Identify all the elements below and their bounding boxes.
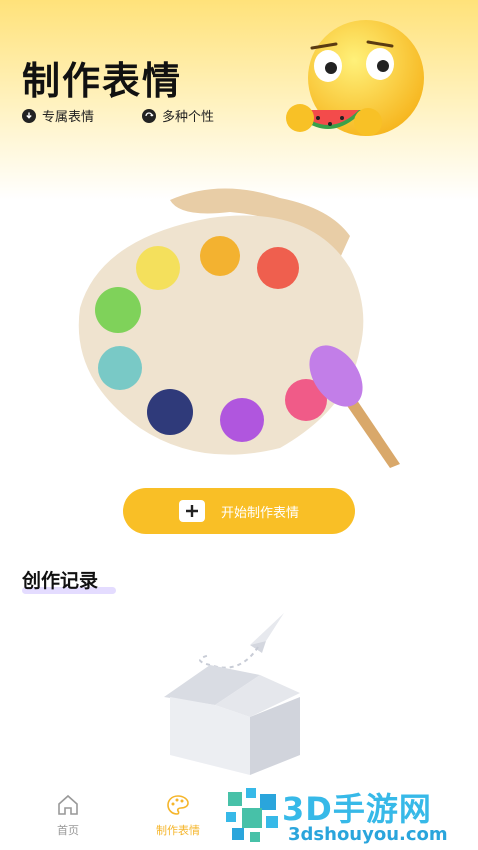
tab-make-emoji-label: 制作表情 [156, 824, 200, 837]
watermark-subtitle: 3dshouyou.com [288, 824, 448, 845]
empty-box-icon [164, 613, 300, 775]
palette-icon [167, 795, 189, 815]
feature-label: 专属表情 [42, 110, 95, 125]
tab-make-emoji[interactable]: 制作表情 [156, 794, 200, 838]
watermark-logo-icon [226, 788, 278, 842]
feature-variety: 多种个性 [142, 106, 214, 125]
palette-illustration [78, 188, 400, 468]
tab-home[interactable]: 首页 [56, 794, 80, 838]
feature-label: 多种个性 [162, 110, 215, 125]
emoji-mascot-illustration [286, 20, 424, 136]
tab-home-label: 首页 [57, 824, 79, 837]
plus-icon [178, 500, 205, 522]
records-title: 创作记录 [22, 570, 99, 592]
refresh-icon [142, 108, 156, 123]
cloud-download-icon [22, 108, 36, 123]
page-title: 制作表情 [22, 59, 183, 103]
start-making-button[interactable]: 开始制作表情 [123, 488, 355, 534]
feature-exclusive: 专属表情 [22, 106, 94, 125]
start-making-label: 开始制作表情 [220, 505, 299, 521]
watermark: 3D手游网 3dshouyou.com [222, 780, 478, 850]
home-icon [58, 794, 78, 815]
